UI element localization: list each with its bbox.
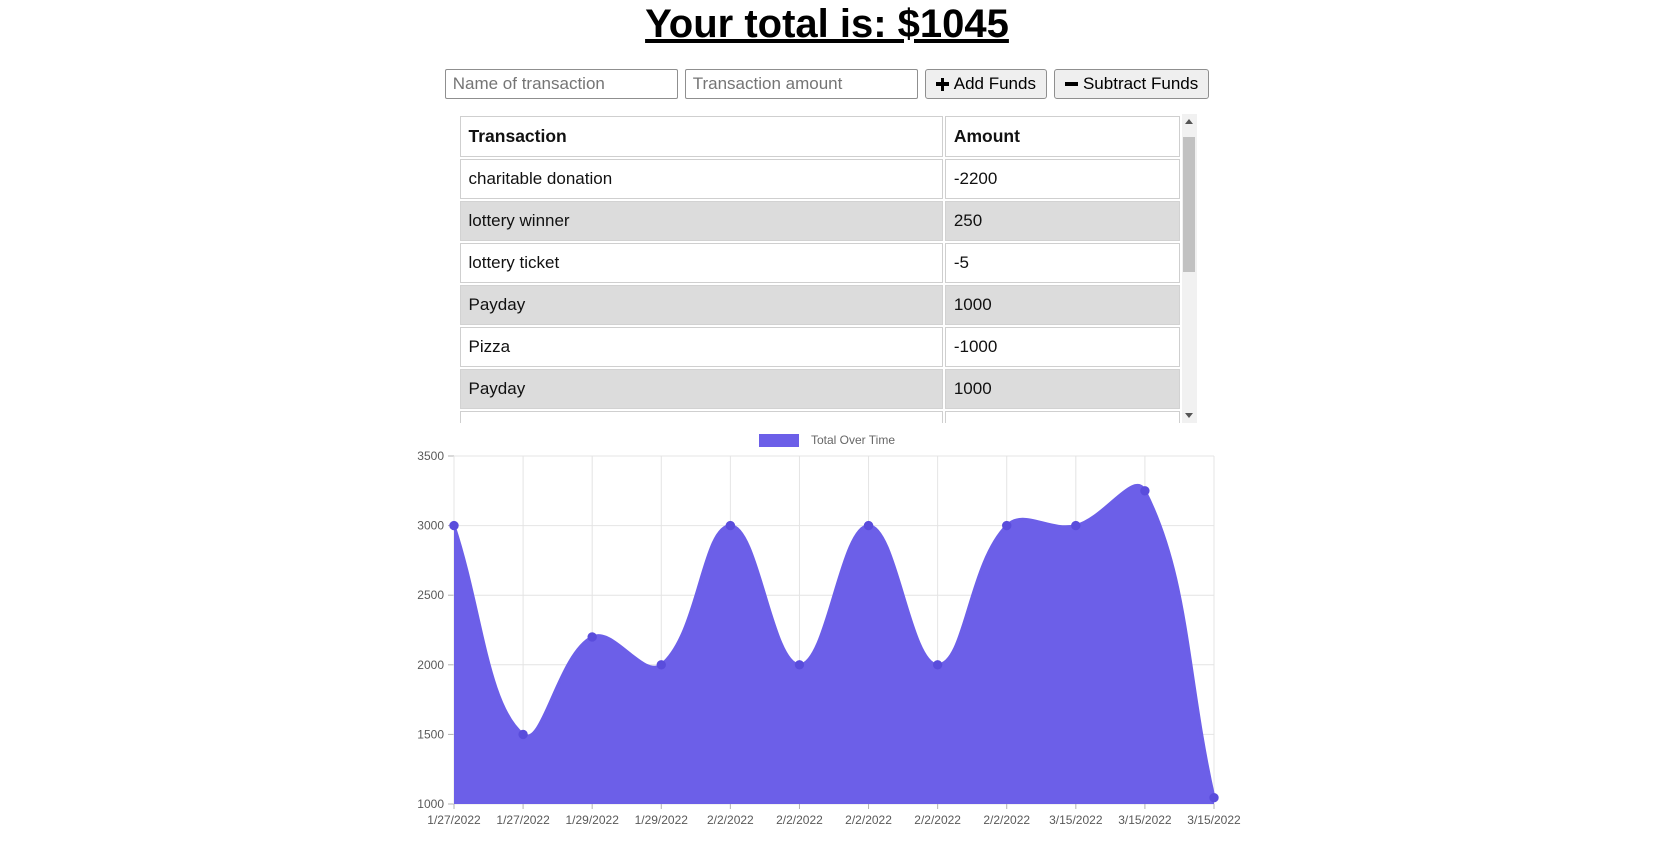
scroll-down-button[interactable] <box>1181 408 1197 423</box>
total-heading: Your total is: $1045 <box>645 2 1009 46</box>
svg-text:3/15/2022: 3/15/2022 <box>1118 813 1172 827</box>
svg-text:1000: 1000 <box>417 797 444 811</box>
amount-cell: 1000 <box>944 285 1180 325</box>
svg-text:2000: 2000 <box>417 658 444 672</box>
chart-section: Total Over Time 1000 1500 2000 2500 3000 3500… <box>402 432 1252 838</box>
svg-text:1500: 1500 <box>417 727 444 741</box>
amount-cell: -5 <box>944 243 1180 283</box>
budget-app-page: Your total is: $1045 Add Funds Subtract … <box>0 0 1654 838</box>
amount-cell: 1000 <box>944 369 1180 409</box>
legend-label: Total Over Time <box>810 433 896 447</box>
transaction-column-header: Transaction <box>459 116 943 157</box>
legend-swatch <box>758 433 799 447</box>
svg-text:3500: 3500 <box>417 449 444 463</box>
transactions-table-container: Transaction Amount charitable donation -… <box>458 114 1197 423</box>
svg-text:2/2/2022: 2/2/2022 <box>983 813 1030 827</box>
svg-text:2500: 2500 <box>417 588 444 602</box>
svg-text:2/2/2022: 2/2/2022 <box>707 813 754 827</box>
transaction-name-input[interactable] <box>444 69 678 99</box>
subtract-funds-button[interactable]: Subtract Funds <box>1053 69 1210 99</box>
transaction-controls: Add Funds Subtract Funds <box>444 68 1210 100</box>
svg-text:2/2/2022: 2/2/2022 <box>914 813 961 827</box>
table-row: lottery winner 250 <box>459 201 1180 241</box>
table-header-row: Transaction Amount <box>459 116 1180 157</box>
amount-cell: 250 <box>944 201 1180 241</box>
table-scrollbar[interactable] <box>1181 114 1197 423</box>
subtract-funds-label: Subtract Funds <box>1082 74 1199 93</box>
transaction-cell: Payday <box>459 285 943 325</box>
transaction-cell <box>459 411 943 423</box>
table-row: Payday 1000 <box>459 369 1180 409</box>
svg-text:2/2/2022: 2/2/2022 <box>845 813 892 827</box>
transaction-cell: Payday <box>459 369 943 409</box>
table-row-partial <box>459 411 1180 423</box>
svg-text:1/29/2022: 1/29/2022 <box>565 813 619 827</box>
amount-column-header: Amount <box>944 116 1180 157</box>
svg-text:1/29/2022: 1/29/2022 <box>635 813 689 827</box>
transaction-cell: Pizza <box>459 327 943 367</box>
chart-legend-item[interactable]: Total Over Time <box>402 432 1252 448</box>
scroll-down-icon <box>1185 413 1193 418</box>
table-row: Payday 1000 <box>459 285 1180 325</box>
amount-cell: -1000 <box>944 327 1180 367</box>
svg-text:3/15/2022: 3/15/2022 <box>1187 813 1241 827</box>
table-row: lottery ticket -5 <box>459 243 1180 283</box>
table-row: Pizza -1000 <box>459 327 1180 367</box>
table-row: charitable donation -2200 <box>459 159 1180 199</box>
svg-text:3/15/2022: 3/15/2022 <box>1049 813 1103 827</box>
transaction-cell: charitable donation <box>459 159 943 199</box>
svg-text:2/2/2022: 2/2/2022 <box>776 813 823 827</box>
transaction-amount-input[interactable] <box>684 69 918 99</box>
scroll-up-button[interactable] <box>1181 114 1197 129</box>
transaction-cell: lottery ticket <box>459 243 943 283</box>
plus-icon <box>935 77 949 91</box>
transaction-cell: lottery winner <box>459 201 943 241</box>
svg-text:1/27/2022: 1/27/2022 <box>496 813 550 827</box>
total-over-time-chart: 1000 1500 2000 2500 3000 3500 1/27/2022 1/27/20… <box>402 448 1252 838</box>
add-funds-button[interactable]: Add Funds <box>924 69 1047 99</box>
transactions-table: Transaction Amount charitable donation -… <box>458 114 1182 423</box>
amount-cell: -2200 <box>944 159 1180 199</box>
svg-text:3000: 3000 <box>417 519 444 533</box>
amount-cell <box>944 411 1180 423</box>
scrollbar-thumb[interactable] <box>1183 137 1195 272</box>
svg-text:1/27/2022: 1/27/2022 <box>427 813 481 827</box>
minus-icon <box>1064 82 1078 86</box>
scroll-up-icon <box>1185 119 1193 124</box>
add-funds-label: Add Funds <box>953 74 1036 93</box>
